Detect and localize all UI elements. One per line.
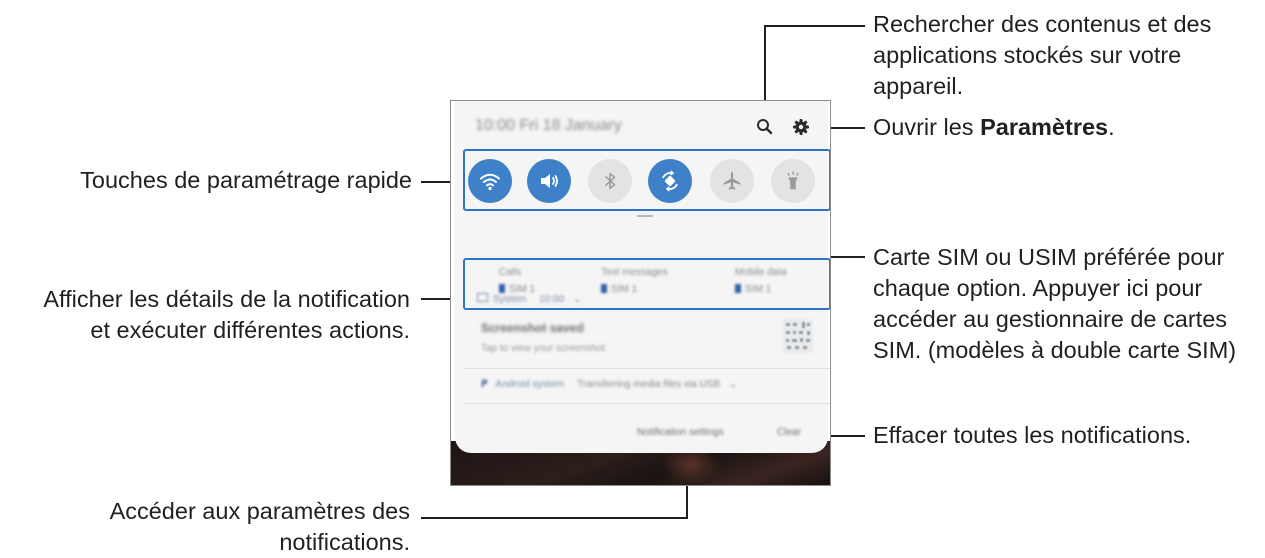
callout-sim: Carte SIM ou USIM préférée pour chaque o… bbox=[873, 242, 1236, 366]
callout-settings-bold: Paramètres bbox=[980, 114, 1109, 140]
callout-details-line-2: et exécuter différentes actions. bbox=[90, 317, 410, 343]
android-row-app: Android system bbox=[495, 379, 565, 390]
android-system-notification[interactable]: ᑭ Android system Transferring media files… bbox=[481, 379, 737, 390]
notification-subtitle[interactable]: Tap to view your screenshot bbox=[481, 343, 605, 354]
search-icon[interactable] bbox=[755, 117, 775, 137]
wifi-button[interactable] bbox=[468, 159, 512, 203]
sim-option-mobile-data[interactable]: Mobile data SIM 1 bbox=[735, 267, 787, 295]
callout-search: Rechercher des contenus et des applicati… bbox=[873, 9, 1211, 102]
leader-search-h bbox=[765, 25, 865, 27]
callout-quick-settings: Touches de paramétrage rapide bbox=[80, 165, 412, 196]
callout-details: Afficher les détails de la notification … bbox=[43, 284, 410, 346]
auto-rotate-icon bbox=[662, 170, 678, 192]
flashlight-icon bbox=[787, 171, 799, 190]
notification-time: 10:00 bbox=[539, 294, 565, 305]
callout-quick-settings-text: Touches de paramétrage rapide bbox=[80, 167, 412, 193]
notification-settings-button[interactable]: Notification settings bbox=[637, 427, 724, 438]
panel-card: 10:00 Fri 18 January Calls SIM 1 Text me… bbox=[455, 101, 830, 453]
status-time: 10:00 Fri 18 January bbox=[475, 117, 622, 134]
callout-search-line-2: applications stockés sur votre bbox=[873, 42, 1182, 68]
android-row-text: Transferring media files via USB bbox=[577, 379, 721, 390]
clear-button[interactable]: Clear bbox=[777, 427, 801, 438]
auto-rotate-button[interactable] bbox=[648, 159, 692, 203]
callout-notif-settings-line-2: notifications. bbox=[279, 529, 410, 555]
sim-option-sim: SIM 1 bbox=[745, 284, 772, 295]
divider bbox=[463, 403, 830, 404]
callout-notif-settings-line-1: Accéder aux paramètres des bbox=[109, 498, 410, 524]
callout-settings: Ouvrir les Paramètres. bbox=[873, 112, 1115, 143]
chevron-down-icon: ⌄ bbox=[728, 379, 738, 390]
airplane-button[interactable] bbox=[710, 159, 754, 203]
flashlight-button[interactable] bbox=[771, 159, 815, 203]
notification-app: System bbox=[493, 294, 527, 305]
sound-button[interactable] bbox=[527, 159, 571, 203]
callout-sim-line-2: chaque option. Appuyer ici pour bbox=[873, 275, 1203, 301]
clear-label: Clear bbox=[777, 427, 801, 438]
sim-option-text-messages[interactable]: Text messages SIM 1 bbox=[601, 267, 668, 295]
callout-sim-line-4: SIM. (modèles à double carte SIM) bbox=[873, 337, 1237, 363]
sim-card-icon bbox=[499, 284, 505, 293]
android-system-icon: ᑭ bbox=[481, 379, 488, 390]
bluetooth-icon bbox=[604, 172, 616, 190]
sim-card-icon bbox=[601, 284, 607, 293]
sim-card-icon bbox=[735, 284, 741, 293]
notification-title[interactable]: Screenshot saved bbox=[481, 321, 584, 335]
callout-clear: Effacer toutes les notifications. bbox=[873, 420, 1191, 451]
airplane-icon bbox=[723, 171, 741, 190]
bluetooth-button[interactable] bbox=[588, 159, 632, 203]
callout-settings-suffix: . bbox=[1108, 114, 1115, 140]
wifi-icon bbox=[480, 173, 500, 191]
callout-details-line-1: Afficher les détails de la notification bbox=[43, 286, 410, 312]
callout-search-line-1: Rechercher des contenus et des bbox=[873, 11, 1212, 37]
sim-option-sim: SIM 1 bbox=[611, 284, 638, 295]
callout-settings-prefix: Ouvrir les bbox=[873, 114, 981, 140]
leader-sim bbox=[826, 256, 865, 258]
sim-option-label: Text messages bbox=[601, 267, 668, 278]
notification-settings-label: Notification settings bbox=[637, 427, 724, 438]
chevron-down-icon: ⌄ bbox=[572, 294, 582, 305]
callout-sim-line-1: Carte SIM ou USIM préférée pour bbox=[873, 244, 1225, 270]
divider bbox=[463, 368, 830, 369]
callout-notif-settings: Accéder aux paramètres des notifications… bbox=[110, 496, 410, 558]
sim-option-value: SIM 1 bbox=[735, 284, 787, 295]
sim-option-calls[interactable]: Calls SIM 1 bbox=[499, 267, 535, 295]
callout-sim-line-3: accéder au gestionnaire de cartes bbox=[873, 306, 1228, 332]
leader-notif-settings-h bbox=[421, 517, 688, 519]
notification-panel: 10:00 Fri 18 January Calls SIM 1 Text me… bbox=[450, 100, 831, 486]
sim-option-label: Calls bbox=[499, 267, 522, 278]
notification-header[interactable]: System 10:00 ⌄ bbox=[477, 293, 581, 305]
callout-search-line-3: appareil. bbox=[873, 73, 964, 99]
image-icon bbox=[477, 293, 488, 302]
screenshot-thumbnail[interactable] bbox=[783, 319, 813, 353]
drag-handle[interactable] bbox=[637, 215, 653, 217]
sim-option-label: Mobile data bbox=[735, 267, 787, 278]
callout-clear-text: Effacer toutes les notifications. bbox=[873, 422, 1192, 448]
sim-option-value: SIM 1 bbox=[601, 284, 668, 295]
sound-icon bbox=[541, 174, 558, 188]
gear-icon[interactable] bbox=[791, 117, 811, 137]
